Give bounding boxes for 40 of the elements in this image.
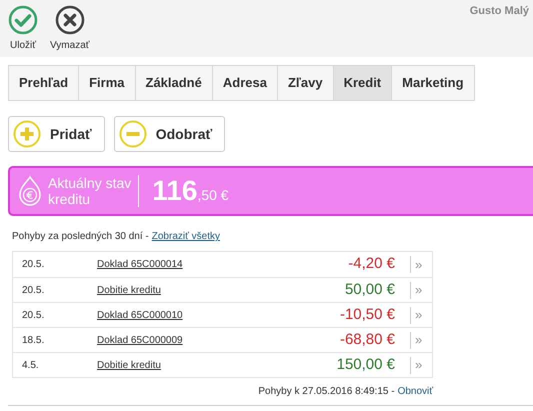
document-link[interactable]: Doklad 65C000014: [97, 257, 297, 272]
toolbar-button[interactable]: Uložiť: [8, 0, 38, 53]
balance-label: Aktuálny stav: [48, 175, 132, 191]
close-icon: [54, 5, 85, 35]
balance-fraction: ,50 €: [197, 186, 229, 205]
date-cell-text: 18.5.: [21, 334, 46, 348]
plus-icon: [13, 120, 41, 148]
tab[interactable]: Základné: [136, 65, 213, 101]
toolbar-button[interactable]: Vymazať: [50, 0, 90, 53]
tab[interactable]: Prehľad: [8, 65, 80, 101]
minus-icon: [118, 120, 147, 148]
balance-amount: 116: [152, 174, 198, 208]
date-cell-text: 20.5.: [21, 284, 46, 298]
tab[interactable]: Marketing: [392, 65, 475, 101]
amount-cell-text: 50,00 €: [344, 280, 395, 300]
show-all-link[interactable]: Zobraziť všetky: [152, 229, 220, 244]
document-link[interactable]: Dobitie kreditu: [97, 358, 297, 372]
document-link[interactable]: Dobitie kreditu: [97, 282, 297, 298]
document-link[interactable]: Doklad 65C000010: [97, 308, 297, 322]
check-icon: [8, 5, 38, 35]
euro-drop-icon: [19, 175, 41, 207]
amount-cell-text: -68,80 €: [338, 330, 395, 350]
user-name: Gusto Malý: [470, 4, 529, 19]
balance-label: kreditu: [48, 191, 92, 207]
date-cell-text: 4.5.: [21, 358, 40, 372]
amount-cell-text: 150,00 €: [336, 354, 395, 375]
action-button[interactable]: Odobrať: [114, 116, 226, 152]
action-button[interactable]: Pridať: [8, 116, 105, 152]
movements-intro: Pohyby za posledných 30 dní -: [12, 230, 149, 244]
document-link[interactable]: Doklad 65C000009: [97, 332, 297, 348]
refresh-link[interactable]: Obnoviť: [398, 384, 433, 399]
tab[interactable]: Adresa: [212, 65, 278, 101]
amount-cell-text: -4,20 €: [347, 254, 395, 274]
tab[interactable]: Zľavy: [278, 65, 334, 101]
tab[interactable]: Firma: [79, 65, 136, 101]
date-cell-text: 20.5.: [21, 258, 46, 272]
tab[interactable]: Kredit: [334, 65, 392, 101]
date-cell-text: 20.5.: [21, 308, 46, 322]
updated-text: Pohyby k 27.05.2016 8:49:15 -: [258, 385, 395, 399]
amount-cell-text: -10,50 €: [338, 304, 395, 325]
